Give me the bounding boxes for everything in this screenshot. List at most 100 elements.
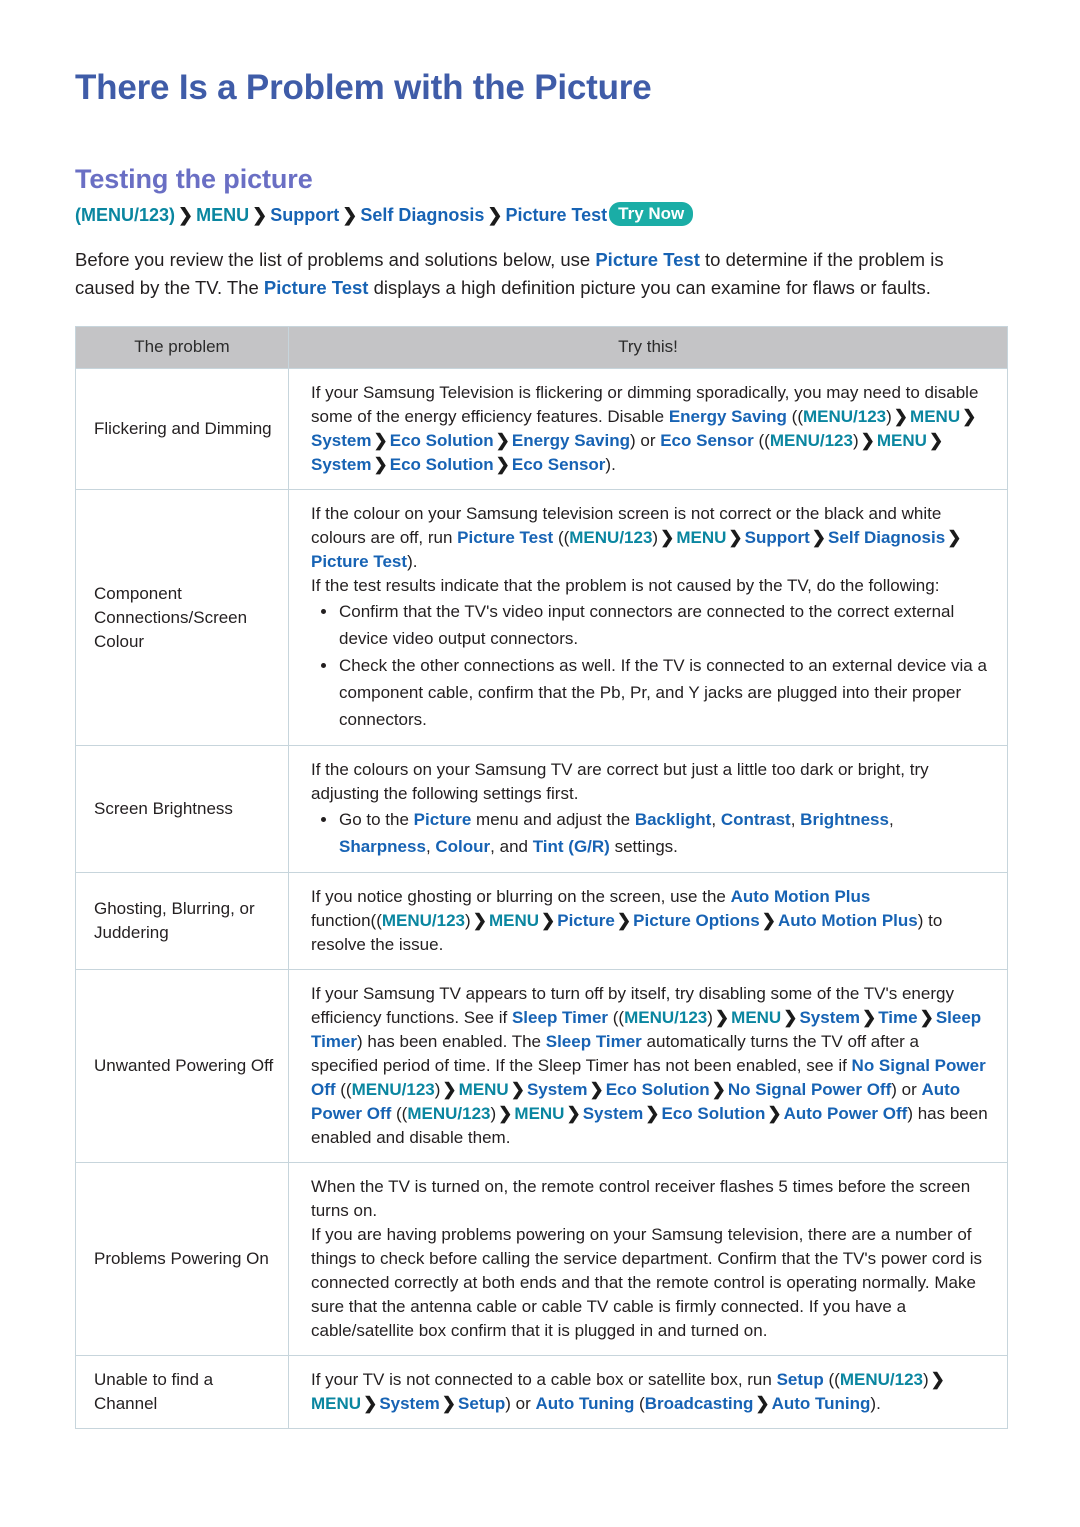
keyword-setup-path: Setup	[458, 1394, 506, 1413]
chevron-right-icon: ❯	[487, 205, 503, 225]
breadcrumb-item-menu123[interactable]: MENU/123	[81, 205, 169, 225]
chevron-right-icon: ❯	[893, 407, 909, 426]
breadcrumb-item-self-diagnosis[interactable]: Self Diagnosis	[360, 205, 484, 225]
keyword-auto-motion-plus-path: Auto Motion Plus	[777, 911, 918, 930]
table-row: Problems Powering On When the TV is turn…	[75, 1162, 1008, 1356]
table-row: Component Connections/Screen Colour If t…	[75, 489, 1008, 746]
table-row: Flickering and Dimming If your Samsung T…	[75, 368, 1008, 490]
chevron-right-icon: ❯	[930, 1370, 945, 1389]
chevron-right-icon: ❯	[342, 205, 358, 225]
keyword-system: System	[311, 431, 372, 450]
chevron-right-icon: ❯	[442, 1080, 457, 1099]
keyword-picture: Picture	[557, 911, 615, 930]
chevron-right-icon: ❯	[566, 1104, 581, 1123]
chevron-right-icon: ❯	[373, 431, 388, 450]
keyword-picture-test: Picture Test	[457, 528, 554, 547]
keyword-menu123: MENU/123	[351, 1080, 435, 1099]
keyword-menu: MENU	[676, 528, 727, 547]
keyword-menu123: MENU/123	[839, 1370, 923, 1389]
chevron-right-icon: ❯	[928, 431, 944, 450]
chevron-right-icon: ❯	[589, 1080, 604, 1099]
keyword-menu123: MENU/123	[381, 911, 466, 930]
keyword-menu123: MENU/123	[569, 528, 653, 547]
keyword-self-diagnosis: Self Diagnosis	[828, 528, 946, 547]
keyword-menu: MENU	[488, 911, 539, 930]
keyword-system: System	[582, 1104, 644, 1123]
chevron-right-icon: ❯	[767, 1104, 782, 1123]
keyword-eco-solution: Eco Solution	[389, 455, 494, 474]
chevron-right-icon: ❯	[363, 1394, 378, 1413]
solution-text: If the colours on your Samsung TV are co…	[311, 760, 929, 803]
solution-screen-brightness: If the colours on your Samsung TV are co…	[288, 745, 1008, 873]
chevron-right-icon: ❯	[711, 1080, 726, 1099]
solution-text: settings.	[609, 837, 678, 856]
keyword-sleep-timer-2: Sleep Timer	[545, 1032, 642, 1051]
solution-component-connections-screen-colour: If the colour on your Samsung television…	[288, 489, 1008, 746]
chevron-right-icon: ❯	[472, 911, 487, 930]
table-row: Unwanted Powering Off If your Samsung TV…	[75, 969, 1008, 1163]
intro-keyword-picture-test-1: Picture Test	[595, 249, 700, 270]
keyword-eco-solution: Eco Solution	[661, 1104, 766, 1123]
chevron-right-icon: ❯	[541, 911, 556, 930]
list-item: Confirm that the TV's video input connec…	[321, 598, 989, 652]
solution-flickering-and-dimming: If your Samsung Television is flickering…	[288, 368, 1008, 490]
keyword-menu: MENU	[458, 1080, 509, 1099]
document-page: There Is a Problem with the Picture Test…	[0, 0, 1080, 1527]
chevron-right-icon: ❯	[962, 407, 977, 426]
keyword-energy-saving-path: Energy Saving	[511, 431, 630, 450]
keyword-picture-test-path: Picture Test	[311, 552, 408, 571]
intro-paragraph: Before you review the list of problems a…	[75, 228, 1005, 302]
solution-unable-to-find-a-channel: If your TV is not connected to a cable b…	[288, 1355, 1008, 1429]
table-header-row: The problem Try this!	[75, 326, 1008, 369]
solution-text: or	[510, 1394, 536, 1413]
problem-unable-to-find-a-channel: Unable to find a Channel	[75, 1355, 289, 1429]
keyword-menu123: MENU/123	[407, 1104, 491, 1123]
solution-bullet-list: Go to the Picture menu and adjust the Ba…	[311, 806, 989, 860]
keyword-sleep-timer: Sleep Timer	[511, 1008, 609, 1027]
breadcrumb: (MENU/123) ❯ MENU ❯ Support ❯ Self Diagnosis ❯ P…	[75, 196, 1005, 228]
list-item: Go to the Picture menu and adjust the Ba…	[321, 806, 989, 860]
breadcrumb-item-support[interactable]: Support	[270, 205, 339, 225]
keyword-system: System	[799, 1008, 860, 1027]
keyword-backlight: Backlight	[634, 810, 712, 829]
keyword-eco-sensor: Eco Sensor	[660, 431, 754, 450]
keyword-menu123: MENU/123	[802, 407, 887, 426]
problem-screen-brightness: Screen Brightness	[75, 745, 289, 873]
intro-text-3: displays a high definition picture you c…	[368, 277, 931, 298]
chevron-right-icon: ❯	[714, 1008, 730, 1027]
keyword-colour: Colour	[435, 837, 491, 856]
chevron-right-icon: ❯	[755, 1394, 770, 1413]
column-header-problem: The problem	[75, 326, 289, 369]
keyword-auto-tuning: Auto Tuning	[535, 1394, 635, 1413]
chevron-right-icon: ❯	[616, 911, 632, 930]
chevron-right-icon: ❯	[252, 205, 268, 225]
breadcrumb-item-picture-test[interactable]: Picture Test	[505, 205, 607, 225]
keyword-menu123: MENU/123	[624, 1008, 708, 1027]
keyword-brightness: Brightness	[800, 810, 889, 829]
keyword-eco-solution: Eco Solution	[605, 1080, 710, 1099]
breadcrumb-item-menu[interactable]: MENU	[196, 205, 249, 225]
keyword-menu123: MENU/123	[769, 431, 853, 450]
solution-unwanted-powering-off: If your Samsung TV appears to turn off b…	[288, 969, 1008, 1163]
keyword-menu: MENU	[514, 1104, 565, 1123]
chevron-right-icon: ❯	[498, 1104, 513, 1123]
chevron-right-icon: ❯	[728, 528, 743, 547]
problem-problems-powering-on: Problems Powering On	[75, 1162, 289, 1356]
solution-text: When the TV is turned on, the remote con…	[311, 1177, 971, 1220]
keyword-picture-options: Picture Options	[633, 911, 760, 930]
try-now-badge[interactable]: Try Now	[609, 202, 694, 226]
keyword-broadcasting: Broadcasting	[644, 1394, 754, 1413]
keyword-time: Time	[878, 1008, 918, 1027]
keyword-picture: Picture	[413, 810, 472, 829]
chevron-right-icon: ❯	[783, 1008, 798, 1027]
keyword-sharpness: Sharpness	[339, 837, 426, 856]
keyword-eco-sensor-path: Eco Sensor	[511, 455, 606, 474]
solution-text: Go to the	[339, 810, 414, 829]
solution-text: If your TV is not connected to a cable b…	[311, 1370, 777, 1389]
chevron-right-icon: ❯	[495, 455, 510, 474]
problem-unwanted-powering-off: Unwanted Powering Off	[75, 969, 289, 1163]
keyword-contrast: Contrast	[720, 810, 791, 829]
table-row: Ghosting, Blurring, or Juddering If you …	[75, 872, 1008, 970]
keyword-menu: MENU	[910, 407, 961, 426]
solution-text: If you notice ghosting or blurring on th…	[311, 887, 731, 906]
